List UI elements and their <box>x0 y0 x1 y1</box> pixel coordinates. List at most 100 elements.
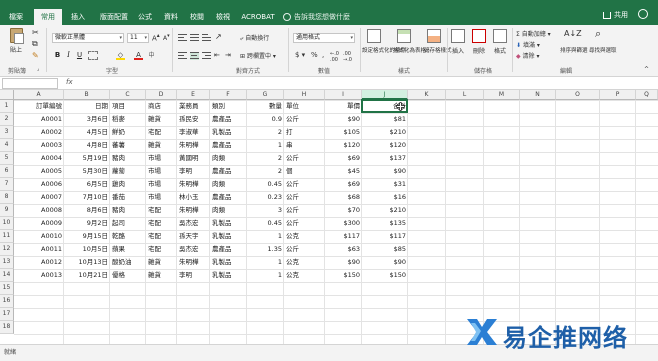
row-header-7[interactable]: 7 <box>0 178 14 191</box>
column-header-k[interactable]: K <box>408 90 446 100</box>
table-cell[interactable]: 雜貨 <box>146 256 177 269</box>
column-header-n[interactable]: N <box>520 90 556 100</box>
table-cell[interactable]: 4月5日 <box>64 126 110 139</box>
table-cell[interactable]: 朱明樺 <box>177 139 210 152</box>
table-cell[interactable]: 公克 <box>284 256 325 269</box>
column-header-d[interactable]: D <box>146 90 177 100</box>
table-cell[interactable]: A0008 <box>14 204 64 217</box>
name-box[interactable] <box>2 78 58 89</box>
font-name-select[interactable]: 微軟正黑體 ▾ <box>52 33 124 43</box>
align-right-icon[interactable] <box>202 52 211 60</box>
currency-icon[interactable]: $ ▾ <box>295 51 305 59</box>
row-header-16[interactable]: 16 <box>0 295 14 308</box>
table-cell[interactable]: $90 <box>325 113 362 126</box>
align-middle-icon[interactable] <box>190 34 199 42</box>
sort-filter-button[interactable]: 排序與篩選 <box>560 46 588 54</box>
table-cell[interactable]: 宅配 <box>146 126 177 139</box>
decrease-indent-icon[interactable]: ⇤ <box>214 51 220 59</box>
table-cell[interactable]: 農產品 <box>210 243 247 256</box>
conditional-formatting-icon[interactable] <box>367 29 381 43</box>
tab-view[interactable]: 檢視 <box>212 9 234 25</box>
table-cell[interactable]: 0.9 <box>247 113 284 126</box>
table-cell[interactable]: 市場 <box>146 165 177 178</box>
table-cell[interactable]: 5月19日 <box>64 152 110 165</box>
table-cell[interactable]: A0012 <box>14 256 64 269</box>
table-cell[interactable]: 公克 <box>284 269 325 282</box>
row-header-17[interactable]: 17 <box>0 308 14 321</box>
table-cell[interactable]: 10月13日 <box>64 256 110 269</box>
table-cell[interactable]: 公克 <box>284 230 325 243</box>
table-cell[interactable]: A0001 <box>14 113 64 126</box>
header-cell[interactable]: 類別 <box>210 100 247 113</box>
row-header-6[interactable]: 6 <box>0 165 14 178</box>
increase-indent-icon[interactable]: ⇥ <box>225 51 231 59</box>
table-cell[interactable]: 蘋果 <box>110 243 146 256</box>
cell-styles-icon[interactable] <box>427 29 441 43</box>
table-cell[interactable]: 朱明樺 <box>177 204 210 217</box>
column-header-l[interactable]: L <box>446 90 484 100</box>
table-cell[interactable]: 朱明樺 <box>177 178 210 191</box>
table-cell[interactable]: 番茄 <box>110 191 146 204</box>
table-cell[interactable]: 8月6日 <box>64 204 110 217</box>
decrease-decimal-icon[interactable]: .00 →.0 <box>343 51 352 63</box>
table-cell[interactable]: 乳製品 <box>210 126 247 139</box>
clipboard-launcher-icon[interactable]: ⌟ <box>37 66 39 72</box>
magnifier-icon[interactable]: ⌕ <box>595 27 601 41</box>
insert-cells-icon[interactable] <box>451 29 465 43</box>
table-cell[interactable]: $120 <box>325 139 362 152</box>
column-header-b[interactable]: B <box>64 90 110 100</box>
table-cell[interactable]: $69 <box>325 178 362 191</box>
table-cell[interactable]: 2 <box>247 126 284 139</box>
table-cell[interactable]: 3 <box>247 204 284 217</box>
table-cell[interactable]: 1 <box>247 269 284 282</box>
header-cell[interactable]: 日期 <box>64 100 110 113</box>
tab-data[interactable]: 資料 <box>160 9 182 25</box>
table-cell[interactable]: 肉類 <box>210 178 247 191</box>
align-left-icon[interactable] <box>178 52 187 60</box>
borders-icon[interactable] <box>88 51 98 60</box>
table-cell[interactable]: 9月15日 <box>64 230 110 243</box>
table-cell[interactable]: A0010 <box>14 230 64 243</box>
table-cell[interactable]: 吳杰宏 <box>177 243 210 256</box>
table-cell[interactable]: $300 <box>325 217 362 230</box>
table-cell[interactable]: 2 <box>247 152 284 165</box>
table-cell[interactable]: 乳製品 <box>210 217 247 230</box>
underline-icon[interactable]: U <box>75 51 84 60</box>
table-cell[interactable]: 6月5日 <box>64 178 110 191</box>
header-cell[interactable]: 項目 <box>110 100 146 113</box>
column-header-q[interactable]: Q <box>636 90 658 100</box>
table-cell[interactable]: 農產品 <box>210 191 247 204</box>
table-cell[interactable]: $69 <box>325 152 362 165</box>
table-cell[interactable]: 起司 <box>110 217 146 230</box>
tab-formulas[interactable]: 公式 <box>134 9 156 25</box>
table-cell[interactable]: 農產品 <box>210 165 247 178</box>
table-cell[interactable]: 蕃薯 <box>110 139 146 152</box>
table-cell[interactable]: 0.45 <box>247 178 284 191</box>
table-cell[interactable]: $90 <box>325 256 362 269</box>
table-cell[interactable]: $105 <box>325 126 362 139</box>
table-cell[interactable]: A0007 <box>14 191 64 204</box>
table-cell[interactable]: 9月2日 <box>64 217 110 230</box>
clear-button[interactable]: ◆ 清除 ▾ <box>516 51 539 60</box>
row-header-11[interactable]: 11 <box>0 230 14 243</box>
copy-icon[interactable]: ⧉ <box>32 39 38 49</box>
table-cell[interactable]: $31 <box>362 178 408 191</box>
column-header-f[interactable]: F <box>210 90 247 100</box>
table-cell[interactable]: 黃國明 <box>177 152 210 165</box>
table-cell[interactable]: 1 <box>247 256 284 269</box>
table-cell[interactable]: 李明 <box>177 269 210 282</box>
table-cell[interactable]: A0011 <box>14 243 64 256</box>
header-cell[interactable]: 業務員 <box>177 100 210 113</box>
table-cell[interactable]: $45 <box>325 165 362 178</box>
column-header-c[interactable]: C <box>110 90 146 100</box>
table-cell[interactable]: 7月10日 <box>64 191 110 204</box>
table-cell[interactable]: 宅配 <box>146 217 177 230</box>
tab-page-layout[interactable]: 版面配置 <box>96 9 132 25</box>
table-cell[interactable]: 公斤 <box>284 243 325 256</box>
table-cell[interactable]: 優格 <box>110 269 146 282</box>
feedback-smiley-icon[interactable] <box>638 9 648 19</box>
table-cell[interactable]: 公斤 <box>284 191 325 204</box>
table-cell[interactable]: 公斤 <box>284 204 325 217</box>
table-cell[interactable]: $70 <box>325 204 362 217</box>
header-cell[interactable]: 單價 <box>325 100 362 113</box>
